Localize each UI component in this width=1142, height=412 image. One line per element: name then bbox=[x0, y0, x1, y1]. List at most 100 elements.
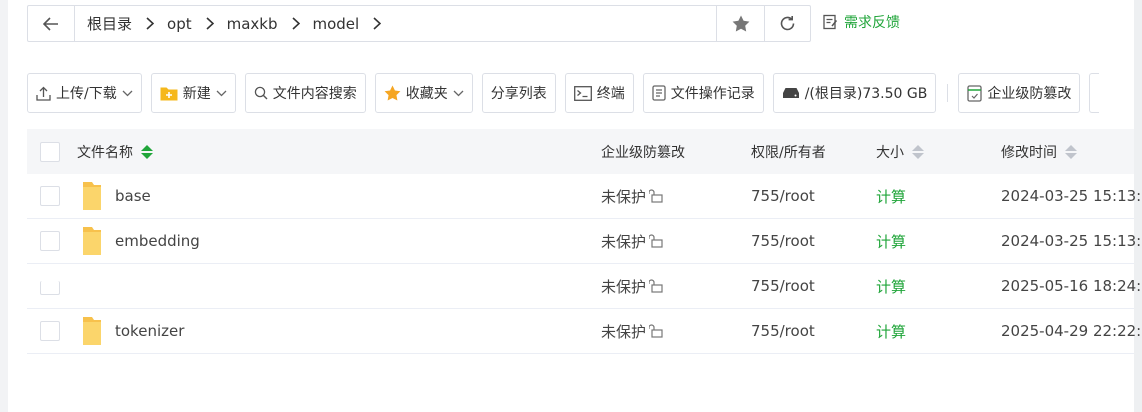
unlock-icon bbox=[649, 234, 663, 248]
protection-status: 未保护 bbox=[601, 277, 647, 296]
file-op-log-button[interactable]: 文件操作记录 bbox=[642, 73, 764, 113]
calculate-size-link[interactable]: 计算 bbox=[876, 231, 906, 252]
back-button[interactable] bbox=[28, 6, 75, 41]
upload-download-button[interactable]: 上传/下载 bbox=[27, 73, 142, 113]
share-list-label: 分享列表 bbox=[490, 86, 547, 102]
breadcrumb-item[interactable]: model bbox=[309, 15, 391, 33]
breadcrumb-label[interactable]: model bbox=[309, 15, 364, 33]
permission-cell[interactable]: 755/root bbox=[751, 232, 815, 250]
disk-label: /(根目录)73.50 GB bbox=[804, 86, 928, 102]
new-folder-icon bbox=[160, 87, 178, 101]
table-row[interactable]: 未保护 755/root 计算 2025-05-16 18:24:5 bbox=[27, 264, 1142, 309]
header-permission: 权限/所有者 bbox=[751, 142, 826, 162]
protection-status: 未保护 bbox=[601, 187, 647, 206]
size-cell[interactable]: 计算 bbox=[876, 186, 906, 207]
favorites-button[interactable]: 收藏夹 bbox=[374, 73, 473, 113]
table-row[interactable]: tokenizer 未保护 755/root 计算 2025-04-29 22:… bbox=[27, 309, 1142, 354]
protection-status: 未保护 bbox=[601, 322, 647, 341]
breadcrumb-label[interactable]: 根目录 bbox=[83, 13, 136, 34]
mtime-value: 2025-05-16 18:24:5 bbox=[1001, 277, 1142, 295]
mtime-cell: 2024-03-25 15:13:0 bbox=[1001, 187, 1142, 205]
toolbar-divider bbox=[947, 84, 949, 102]
file-name[interactable]: tokenizer bbox=[115, 322, 184, 340]
file-name[interactable]: base bbox=[115, 187, 151, 205]
mtime-value: 2024-03-25 15:13:0 bbox=[1001, 187, 1142, 205]
permission-value[interactable]: 755/root bbox=[751, 187, 815, 205]
terminal-icon bbox=[573, 85, 592, 101]
breadcrumb-item[interactable]: opt bbox=[163, 15, 223, 33]
unlock-icon bbox=[649, 324, 663, 338]
tamper-protection-label: 企业级防篡改 bbox=[987, 86, 1072, 102]
breadcrumb-item[interactable]: 根目录 bbox=[83, 13, 163, 34]
header-size[interactable]: 大小 bbox=[876, 142, 924, 162]
breadcrumb-label[interactable]: opt bbox=[163, 15, 196, 33]
sort-icon bbox=[912, 144, 924, 159]
size-cell[interactable]: 计算 bbox=[876, 321, 906, 342]
shield-doc-icon bbox=[967, 84, 982, 102]
folder-icon bbox=[83, 227, 101, 255]
file-name-cell[interactable]: base bbox=[77, 181, 151, 211]
favorite-star-button[interactable] bbox=[716, 6, 764, 41]
table-row[interactable]: base 未保护 755/root 计算 2024-03-25 15:13:0 bbox=[27, 174, 1142, 219]
upload-download-label: 上传/下载 bbox=[56, 86, 117, 102]
feedback-label[interactable]: 需求反馈 bbox=[844, 12, 900, 32]
permission-value[interactable]: 755/root bbox=[751, 322, 815, 340]
file-name-cell[interactable]: embedding bbox=[77, 226, 200, 256]
unlock-icon bbox=[649, 279, 663, 293]
permission-cell[interactable]: 755/root bbox=[751, 322, 815, 340]
permission-value[interactable]: 755/root bbox=[751, 232, 815, 250]
feedback-link[interactable]: 需求反馈 bbox=[823, 12, 900, 32]
search-icon bbox=[254, 86, 268, 100]
protection-cell[interactable]: 未保护 bbox=[601, 276, 663, 297]
chevron-down-icon bbox=[216, 90, 227, 96]
header-mtime[interactable]: 修改时间 bbox=[1001, 142, 1077, 162]
calculate-size-link[interactable]: 计算 bbox=[876, 186, 906, 207]
file-name-cell[interactable]: tokenizer bbox=[77, 316, 184, 346]
size-cell[interactable]: 计算 bbox=[876, 276, 906, 297]
size-cell[interactable]: 计算 bbox=[876, 231, 906, 252]
content-search-button[interactable]: 文件内容搜索 bbox=[244, 73, 366, 113]
protection-cell[interactable]: 未保护 bbox=[601, 231, 663, 252]
more-toolbar-button[interactable] bbox=[1089, 73, 1100, 113]
protection-cell[interactable]: 未保护 bbox=[601, 321, 663, 342]
table-row[interactable]: embedding 未保护 755/root 计算 2024-03-25 15:… bbox=[27, 219, 1142, 264]
row-checkbox[interactable] bbox=[40, 186, 60, 206]
row-checkbox[interactable] bbox=[40, 231, 60, 251]
breadcrumb-label[interactable]: maxkb bbox=[223, 15, 282, 33]
tamper-protection-button[interactable]: 企业级防篡改 bbox=[958, 73, 1081, 113]
table-header: 文件名称 企业级防篡改 权限/所有者 大小 修改时间 bbox=[27, 129, 1134, 174]
disk-button[interactable]: /(根目录)73.50 GB bbox=[772, 73, 937, 113]
calculate-size-link[interactable]: 计算 bbox=[876, 321, 906, 342]
folder-icon bbox=[83, 182, 101, 210]
breadcrumb-item[interactable]: maxkb bbox=[223, 15, 309, 33]
header-protection-label: 企业级防篡改 bbox=[601, 144, 685, 161]
row-checkbox[interactable] bbox=[40, 281, 60, 295]
star-icon bbox=[384, 85, 401, 101]
sort-icon bbox=[141, 144, 153, 159]
file-name[interactable]: embedding bbox=[115, 232, 200, 250]
protection-status: 未保护 bbox=[601, 232, 647, 251]
terminal-label: 终端 bbox=[596, 86, 625, 102]
permission-cell[interactable]: 755/root bbox=[751, 277, 815, 295]
new-button[interactable]: 新建 bbox=[150, 73, 236, 113]
mtime-value: 2024-03-25 15:13:0 bbox=[1001, 232, 1142, 250]
select-all-checkbox[interactable] bbox=[40, 141, 60, 162]
share-list-button[interactable]: 分享列表 bbox=[481, 73, 556, 113]
permission-value[interactable]: 755/root bbox=[751, 277, 815, 295]
calculate-size-link[interactable]: 计算 bbox=[876, 276, 906, 297]
header-name[interactable]: 文件名称 bbox=[77, 142, 153, 162]
hard-drive-icon bbox=[782, 88, 799, 98]
refresh-button[interactable] bbox=[764, 6, 810, 41]
protection-cell[interactable]: 未保护 bbox=[601, 186, 663, 207]
mtime-value: 2025-04-29 22:22:1 bbox=[1001, 322, 1142, 340]
row-checkbox[interactable] bbox=[40, 321, 60, 341]
permission-cell[interactable]: 755/root bbox=[751, 187, 815, 205]
chevron-down-icon bbox=[453, 90, 464, 96]
mtime-cell: 2025-04-29 22:22:1 bbox=[1001, 322, 1142, 340]
unlock-icon bbox=[649, 189, 663, 203]
terminal-button[interactable]: 终端 bbox=[564, 73, 634, 113]
edit-note-icon bbox=[823, 14, 838, 30]
path-bar: 根目录 opt maxkb model bbox=[27, 5, 811, 42]
chevron-down-icon bbox=[122, 90, 133, 96]
right-scroll-strip[interactable] bbox=[1134, 0, 1142, 412]
